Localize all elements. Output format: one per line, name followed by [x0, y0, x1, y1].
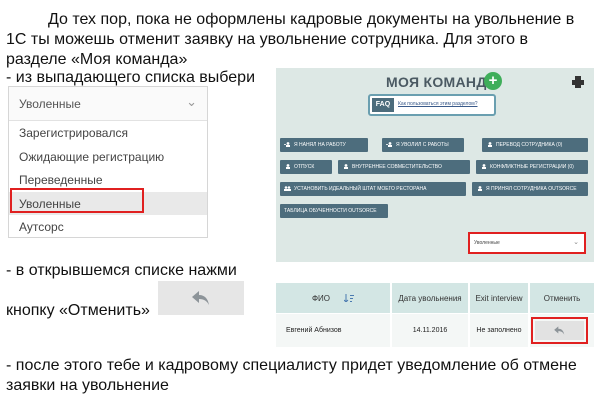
ideal-staff-button[interactable]: УСТАНОВИТЬ ИДЕАЛЬНЫЙ ШТАТ МОЕГО РЕСТОРАН… — [280, 182, 466, 196]
instruction-line-6: кнопку «Отменить» — [6, 302, 150, 319]
cancel-button-sample — [158, 281, 244, 315]
instruction-line-2: 1С ты можешь отменит заявку на увольнени… — [6, 31, 528, 48]
user-plus-icon — [286, 164, 290, 170]
dropdown-selected-value: Уволенные — [19, 97, 81, 111]
column-header-name[interactable]: ФИО — [276, 283, 390, 313]
outsorce-hire-label: Я ПРИНЯЛ СОТРУДНИКА OUTSORCE — [486, 186, 577, 192]
highlight-frame — [531, 317, 588, 344]
outsorce-hire-button[interactable]: Я ПРИНЯЛ СОТРУДНИКА OUTSORCE — [472, 182, 588, 196]
fire-button[interactable]: Я УВОЛИЛ С РАБОТЫ — [382, 138, 464, 152]
vacation-button-label: ОТПУСК — [294, 164, 315, 170]
conflict-registrations-button[interactable]: КОНФЛИКТНЫЕ РЕГИСТРАЦИИ (0) — [476, 160, 588, 174]
column-header-cancel: Отменить — [530, 283, 594, 313]
table-cell-name: Евгений Абнизов — [276, 314, 390, 347]
my-team-panel: МОЯ КОМАНДА + FAQ Как пользоваться этим … — [276, 68, 594, 262]
undo-icon — [192, 291, 209, 305]
transfer-button-label: ПЕРЕВОД СОТРУДНИКА (0) — [496, 142, 563, 148]
training-table-button[interactable]: ТАБЛИЦА ОБУЧЕННОСТИ OUTSORCE — [280, 204, 388, 218]
table-cell-date: 14.11.2016 — [392, 314, 468, 347]
internal-combination-label: ВНУТРЕННЕЕ СОВМЕСТИТЕЛЬСТВО — [352, 164, 442, 170]
user-plus-icon — [482, 164, 486, 170]
hire-button[interactable]: Я НАНЯЛ НА РАБОТУ — [280, 138, 368, 152]
chevron-down-icon: ⌄ — [573, 239, 579, 246]
training-table-label: ТАБЛИЦА ОБУЧЕННОСТИ OUTSORCE — [284, 208, 377, 214]
transfer-button[interactable]: ПЕРЕВОД СОТРУДНИКА (0) — [482, 138, 588, 152]
instruction-line-7: - после этого тебе и кадровому специалис… — [6, 357, 577, 374]
panel-title: МОЯ КОМАНДА — [386, 74, 498, 90]
dropdown-option[interactable]: Ожидающие регистрацию — [9, 145, 207, 169]
fire-button-label: Я УВОЛИЛ С РАБОТЫ — [396, 142, 449, 148]
chevron-down-icon: ⌄ — [186, 94, 197, 109]
user-plus-icon — [344, 164, 348, 170]
user-plus-icon — [478, 186, 482, 192]
user-plus-icon — [284, 142, 290, 148]
transfer-icon — [488, 142, 492, 148]
vacation-button[interactable]: ОТПУСК — [280, 160, 332, 174]
users-icon — [284, 186, 291, 192]
status-dropdown-screenshot: Уволенные ⌄ Зарегистрировался Ожидающие … — [8, 86, 208, 238]
highlight-frame — [10, 188, 144, 213]
dropdown-options: Зарегистрировался Ожидающие регистрацию … — [9, 121, 207, 239]
column-header-date: Дата увольнения — [392, 283, 468, 313]
dropdown-option[interactable]: Аутсорс — [9, 215, 207, 239]
add-icon[interactable]: + — [484, 72, 502, 90]
faq-banner[interactable]: FAQ Как пользоваться этим разделом? — [368, 94, 496, 116]
column-header-exit-interview: Exit interview — [470, 283, 528, 313]
printer-icon[interactable] — [572, 76, 584, 88]
status-dropdown[interactable]: Уволенные ⌄ — [9, 87, 207, 121]
instruction-line-1: До тех пор, пока не оформлены кадровые д… — [48, 11, 575, 28]
panel-select-value: Уволенные — [474, 240, 500, 246]
instruction-line-8: заявки на увольнение — [6, 377, 169, 394]
dropdown-option[interactable]: Зарегистрировался — [9, 121, 207, 145]
conflict-registrations-label: КОНФЛИКТНЫЕ РЕГИСТРАЦИИ (0) — [490, 164, 574, 170]
faq-link[interactable]: Как пользоваться этим разделом? — [398, 101, 478, 107]
internal-combination-button[interactable]: ВНУТРЕННЕЕ СОВМЕСТИТЕЛЬСТВО — [338, 160, 470, 174]
instruction-line-5: - в открывшемся списке нажми — [6, 262, 237, 279]
faq-tag: FAQ — [372, 98, 394, 112]
ideal-staff-label: УСТАНОВИТЬ ИДЕАЛЬНЫЙ ШТАТ МОЕГО РЕСТОРАН… — [294, 186, 427, 192]
panel-status-select[interactable]: Уволенные ⌄ — [468, 232, 586, 254]
user-minus-icon — [386, 142, 392, 148]
sort-icon[interactable] — [344, 294, 355, 302]
hire-button-label: Я НАНЯЛ НА РАБОТУ — [294, 142, 346, 148]
table-cell-exit-interview: Не заполнено — [470, 314, 528, 347]
